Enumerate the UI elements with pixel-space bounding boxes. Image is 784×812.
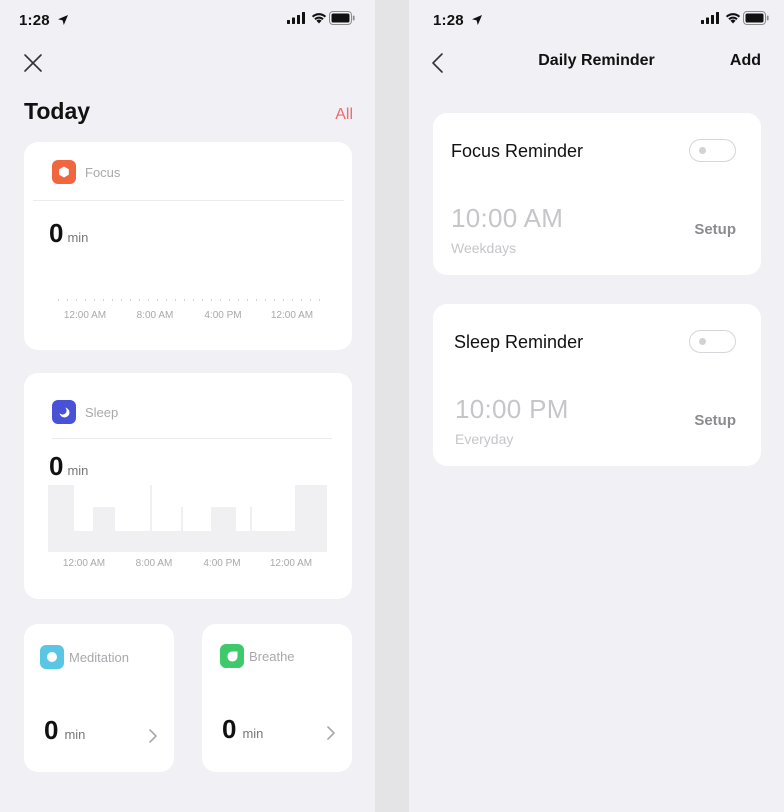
breathe-value: 0 — [222, 714, 237, 744]
sleep-tick: 4:00 PM — [203, 558, 241, 569]
battery-icon — [329, 11, 355, 25]
setup-button[interactable]: Setup — [694, 412, 736, 429]
sleep-block — [150, 485, 152, 552]
meditation-card-header: Meditation — [40, 644, 129, 670]
divider — [33, 200, 344, 201]
breathe-unit: min — [242, 726, 264, 741]
status-time: 1:28 — [19, 12, 50, 29]
breathe-card[interactable]: Breathe 0 min — [202, 624, 352, 772]
sleep-block — [295, 485, 327, 552]
meditation-value-row: 0 min — [44, 715, 85, 746]
today-screen: 1:28 Today All Focus 0 min 12:00 AM 8:00… — [0, 0, 375, 812]
sleep-tick: 12:00 AM — [269, 558, 313, 569]
focus-value-row: 0 min — [49, 218, 88, 249]
focus-reminder-card: Focus Reminder 10:00 AM Weekdays Setup — [433, 113, 761, 275]
sleep-tick: 12:00 AM — [62, 558, 106, 569]
meditation-label: Meditation — [69, 649, 129, 665]
page-title: Daily Reminder — [538, 52, 655, 69]
sleep-block — [250, 507, 252, 552]
setup-button[interactable]: Setup — [694, 221, 736, 238]
focus-card-header: Focus — [52, 159, 120, 185]
circle-icon — [40, 645, 64, 669]
reminder-time: 10:00 PM — [455, 394, 569, 424]
wifi-icon — [725, 13, 741, 24]
toggle-knob — [699, 147, 706, 154]
status-bar: 1:28 — [0, 0, 375, 40]
status-bar: 1:28 — [409, 0, 784, 40]
cellular-signal-icon — [701, 12, 719, 24]
sleep-block — [48, 485, 74, 552]
reminder-repeat: Weekdays — [451, 240, 517, 256]
focus-label: Focus — [85, 164, 121, 180]
sleep-label: Sleep — [85, 404, 119, 420]
sleep-band — [48, 531, 327, 552]
page-title: Today — [24, 98, 91, 124]
sleep-unit: min — [67, 463, 89, 478]
location-arrow-icon — [58, 15, 68, 25]
focus-reminder-toggle[interactable] — [689, 139, 736, 162]
add-button[interactable]: Add — [730, 52, 761, 70]
reminder-repeat: Everyday — [455, 431, 514, 447]
breathe-value-row: 0 min — [222, 714, 263, 745]
focus-value: 0 — [49, 218, 64, 248]
leaf-icon — [220, 644, 244, 668]
focus-tick: 12:00 AM — [63, 310, 107, 321]
reminder-title: Focus Reminder — [451, 141, 584, 161]
focus-card[interactable]: Focus 0 min 12:00 AM 8:00 AM 4:00 PM 12:… — [24, 142, 352, 350]
sleep-block — [211, 507, 236, 552]
hexagon-icon — [52, 160, 76, 184]
sleep-value: 0 — [49, 451, 64, 481]
focus-tick: 8:00 AM — [136, 310, 174, 321]
meditation-unit: min — [64, 727, 86, 742]
cellular-signal-icon — [287, 12, 305, 24]
sleep-tick: 8:00 AM — [135, 558, 173, 569]
sleep-reminder-toggle[interactable] — [689, 330, 736, 353]
daily-reminder-screen: 1:28 Daily Reminder Add Focus Reminder 1… — [409, 0, 784, 812]
sleep-card-header: Sleep — [52, 399, 118, 425]
chevron-right-icon[interactable] — [148, 728, 158, 744]
focus-tick: 12:00 AM — [270, 310, 314, 321]
reminder-title: Sleep Reminder — [454, 332, 584, 352]
close-icon[interactable] — [22, 52, 44, 74]
wifi-icon — [311, 13, 327, 24]
status-time: 1:28 — [433, 12, 464, 29]
toggle-knob — [699, 338, 706, 345]
moon-icon — [52, 400, 76, 424]
focus-timeline-dots — [58, 299, 320, 301]
all-link[interactable]: All — [335, 106, 353, 124]
sleep-card[interactable]: Sleep 0 min 12:00 AM 8:00 AM 4:00 PM 12:… — [24, 373, 352, 599]
reminder-time: 10:00 AM — [451, 203, 564, 233]
chevron-right-icon[interactable] — [326, 725, 336, 741]
sleep-block — [93, 507, 115, 552]
location-arrow-icon — [472, 15, 482, 25]
sleep-block — [181, 507, 183, 552]
sleep-value-row: 0 min — [49, 451, 88, 482]
sleep-reminder-card: Sleep Reminder 10:00 PM Everyday Setup — [433, 304, 761, 466]
battery-icon — [743, 11, 769, 25]
breathe-card-header: Breathe — [220, 643, 295, 669]
meditation-value: 0 — [44, 715, 59, 745]
breathe-label: Breathe — [249, 648, 295, 664]
divider — [52, 438, 332, 439]
sleep-timeline-chart — [48, 485, 327, 552]
focus-tick: 4:00 PM — [204, 310, 242, 321]
focus-unit: min — [67, 230, 89, 245]
meditation-card[interactable]: Meditation 0 min — [24, 624, 174, 772]
